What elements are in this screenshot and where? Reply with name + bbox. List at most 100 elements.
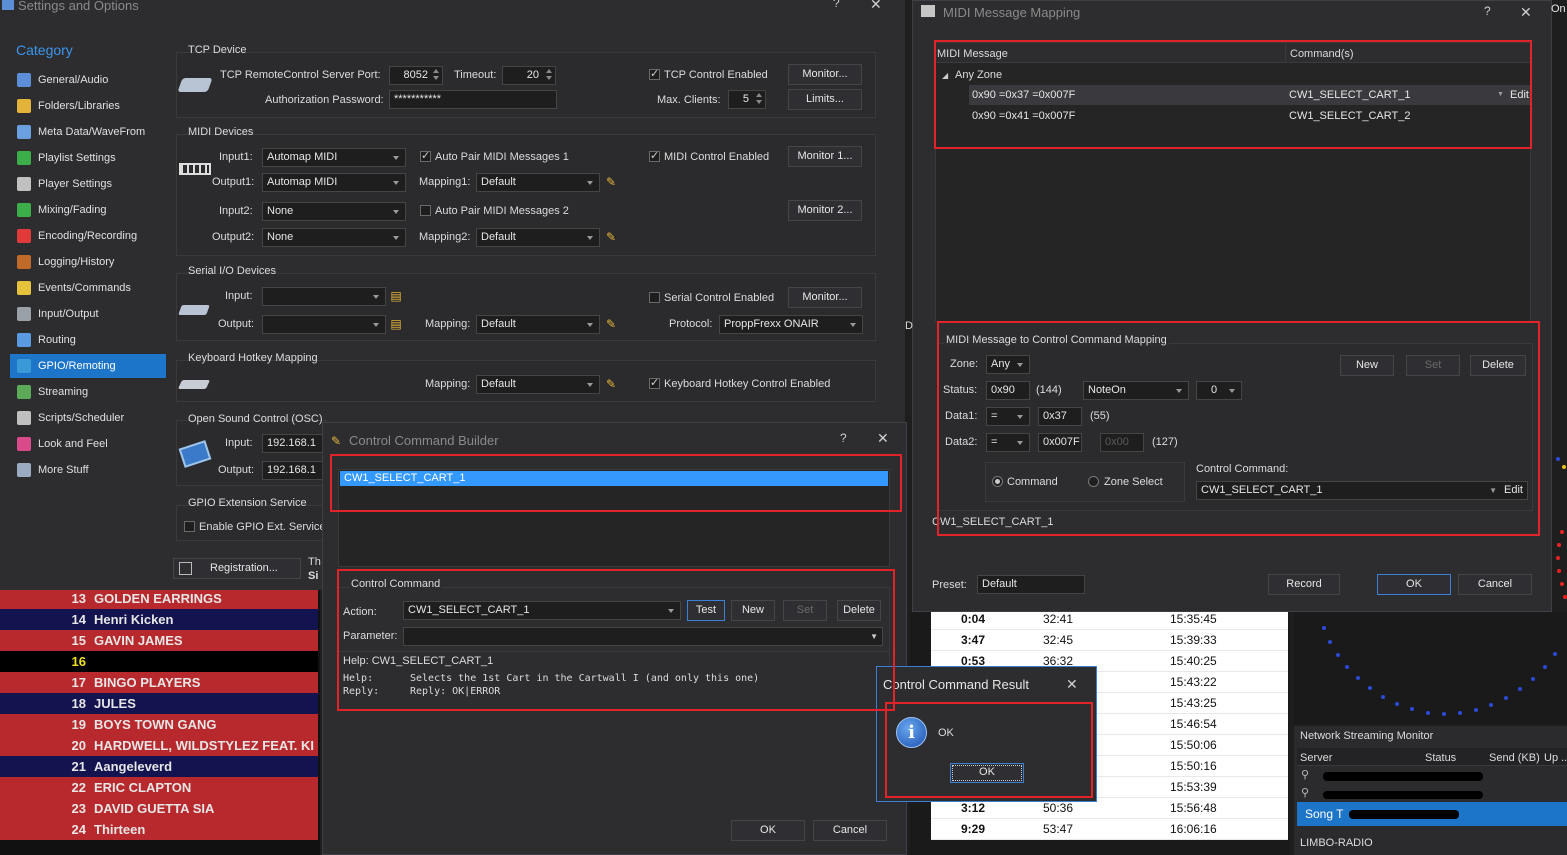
col-status[interactable]: Status — [1425, 752, 1456, 764]
row-artist: JULES — [94, 696, 136, 711]
hotkey-mapping-select[interactable]: Default — [476, 375, 600, 394]
sidebar-item-folders-libraries[interactable]: Folders/Libraries — [10, 94, 166, 118]
maxclients-spinner[interactable] — [756, 92, 762, 105]
help-button[interactable]: ? — [1484, 4, 1491, 18]
serial-input-settings-icon[interactable]: ▤ — [387, 288, 405, 304]
tcp-enabled-label[interactable]: TCP Control Enabled — [664, 69, 768, 81]
sidebar-item-mixing-fading[interactable]: Mixing/Fading — [10, 198, 166, 222]
record-icon — [17, 229, 31, 243]
stream-row[interactable]: ⚲ — [1297, 786, 1567, 802]
monitor1-button[interactable]: Monitor 1... — [788, 146, 862, 167]
input1-select[interactable]: Automap MIDI — [262, 148, 406, 167]
serial-output-settings-icon[interactable]: ▤ — [387, 316, 405, 332]
time-row[interactable]: 9:29 53:47 16:06:16 — [931, 819, 1288, 840]
sidebar-item-general-audio[interactable]: General/Audio — [10, 68, 166, 92]
close-button[interactable]: ✕ — [877, 430, 889, 447]
hotkey-mapping-edit-icon[interactable]: ✎ — [602, 376, 620, 392]
sidebar-item-gpio-remoting[interactable]: GPIO/Remoting — [10, 354, 166, 378]
mapping1-edit-icon[interactable]: ✎ — [602, 174, 620, 190]
gpio-ext-label[interactable]: Enable GPIO Ext. Service — [199, 521, 326, 533]
serial-enabled-checkbox[interactable] — [649, 292, 660, 303]
hotkey-enabled-label[interactable]: Keyboard Hotkey Control Enabled — [664, 378, 830, 390]
table-row[interactable]: 23 DAVID GUETTA SIA — [0, 798, 318, 819]
protocol-select[interactable]: ProppFrexx ONAIR — [719, 315, 863, 334]
sidebar-item-events-commands[interactable]: Events/Commands — [10, 276, 166, 300]
sidebar-item-playlist-settings[interactable]: Playlist Settings — [10, 146, 166, 170]
help-button[interactable]: ? — [833, 0, 840, 10]
redacted-bar — [1323, 772, 1483, 781]
registration-button[interactable]: Registration... — [173, 558, 301, 579]
table-row[interactable]: 22 ERIC CLAPTON — [0, 777, 318, 798]
autopair2-checkbox[interactable] — [420, 205, 431, 216]
cancel-button[interactable]: Cancel — [813, 820, 887, 841]
record-button[interactable]: Record — [1268, 574, 1340, 595]
sidebar-item-streaming[interactable]: Streaming — [10, 380, 166, 404]
mapping1-select[interactable]: Default — [476, 173, 600, 192]
tcp-monitor-button[interactable]: Monitor... — [788, 64, 862, 85]
midi-enabled-checkbox[interactable] — [649, 149, 660, 162]
serial-mapping-select[interactable]: Default — [476, 315, 600, 334]
ok-button[interactable]: OK — [731, 820, 805, 841]
serial-enabled-label[interactable]: Serial Control Enabled — [664, 292, 774, 304]
osc-output-field[interactable]: 192.168.1 — [262, 461, 326, 480]
limits-button[interactable]: Limits... — [788, 89, 862, 110]
table-row[interactable]: 15 GAVIN JAMES — [0, 630, 318, 651]
table-row[interactable]: 18 JULES — [0, 693, 318, 714]
stream-row[interactable]: ⚲ — [1297, 768, 1567, 784]
sidebar-item-encoding-recording[interactable]: Encoding/Recording — [10, 224, 166, 248]
mapping1-label: Mapping1: — [419, 176, 471, 188]
table-row[interactable]: 17 BINGO PLAYERS — [0, 672, 318, 693]
sidebar-item-look-and-feel[interactable]: Look and Feel — [10, 432, 166, 456]
time-row[interactable]: 3:47 32:45 15:39:33 — [931, 630, 1288, 651]
sidebar-item-logging-history[interactable]: Logging/History — [10, 250, 166, 274]
time-len: 9:29 — [961, 822, 986, 836]
output2-select[interactable]: None — [262, 228, 406, 247]
table-row[interactable]: 14 Henri Kicken — [0, 609, 318, 630]
sidebar-item-scripts-scheduler[interactable]: Scripts/Scheduler — [10, 406, 166, 430]
sidebar-item-input-output[interactable]: Input/Output — [10, 302, 166, 326]
table-row[interactable]: 16 — [0, 651, 318, 672]
row-number: 20 — [71, 738, 86, 753]
hotkey-enabled-checkbox[interactable] — [649, 376, 660, 389]
ok-button[interactable]: OK — [1377, 574, 1451, 595]
serial-mapping-edit-icon[interactable]: ✎ — [602, 316, 620, 332]
timeout-spinner[interactable] — [546, 68, 552, 81]
output1-select[interactable]: Automap MIDI — [262, 173, 406, 192]
mapping2-select[interactable]: Default — [476, 228, 600, 247]
col-server[interactable]: Server — [1300, 752, 1332, 764]
midi-enabled-label[interactable]: MIDI Control Enabled — [664, 151, 769, 163]
gpio-ext-checkbox[interactable] — [184, 521, 195, 532]
auth-input[interactable]: *********** — [389, 90, 557, 109]
autopair2-label[interactable]: Auto Pair MIDI Messages 2 — [435, 205, 569, 217]
mapping2-edit-icon[interactable]: ✎ — [602, 229, 620, 245]
table-row[interactable]: 13 GOLDEN EARRINGS — [0, 588, 318, 609]
serial-input-select[interactable] — [262, 287, 386, 306]
input2-select[interactable]: None — [262, 202, 406, 221]
preset-input[interactable]: Default — [977, 575, 1085, 594]
autopair1-checkbox[interactable] — [420, 149, 431, 162]
close-button[interactable]: ✕ — [1520, 4, 1532, 21]
close-button[interactable]: ✕ — [870, 0, 882, 13]
tcp-enabled-checkbox[interactable] — [649, 67, 660, 80]
table-row[interactable]: 24 Thirteen — [0, 819, 318, 840]
help-button[interactable]: ? — [840, 431, 847, 445]
time-row[interactable]: 0:04 32:41 15:35:45 — [931, 609, 1288, 630]
osc-input-field[interactable]: 192.168.1 — [262, 434, 326, 453]
table-row[interactable]: 21 Aangeleverd — [0, 756, 318, 777]
sidebar-item-routing[interactable]: Routing — [10, 328, 166, 352]
table-row[interactable]: 20 HARDWELL, WILDSTYLEZ FEAT. KI — [0, 735, 318, 756]
tcp-port-spinner[interactable] — [433, 68, 439, 81]
station-name: LIMBO-RADIO — [1300, 837, 1373, 849]
col-up[interactable]: Up ... — [1544, 752, 1567, 764]
autopair1-label[interactable]: Auto Pair MIDI Messages 1 — [435, 151, 569, 163]
sidebar-item-more-stuff[interactable]: More Stuff — [10, 458, 166, 482]
sidebar-item-meta-data-wavefrom[interactable]: Meta Data/WaveFrom — [10, 120, 166, 144]
serial-output-select[interactable] — [262, 315, 386, 334]
table-row[interactable]: 19 BOYS TOWN GANG — [0, 714, 318, 735]
serial-monitor-button[interactable]: Monitor... — [788, 287, 862, 308]
sidebar-item-player-settings[interactable]: Player Settings — [10, 172, 166, 196]
close-button[interactable]: ✕ — [1066, 676, 1078, 693]
cancel-button[interactable]: Cancel — [1458, 574, 1532, 595]
col-send[interactable]: Send (KB) — [1489, 752, 1540, 764]
monitor2-button[interactable]: Monitor 2... — [788, 200, 862, 221]
